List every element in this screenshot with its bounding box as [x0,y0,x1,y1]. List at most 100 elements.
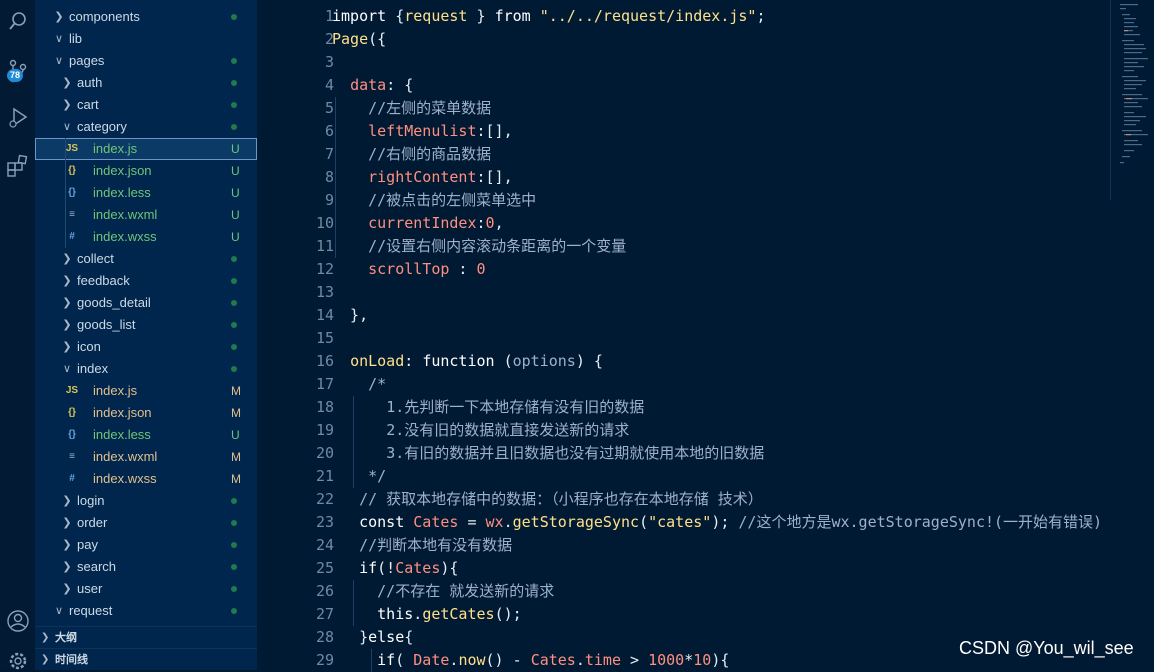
file-item[interactable]: ≡ index.wxml U [35,204,257,226]
folder-item[interactable]: ❯ goods_detail [35,292,257,314]
code-token: } [359,628,369,646]
code-line: rightContent:[], [332,166,513,189]
code-line: leftMenulist:[], [332,120,513,143]
folder-item[interactable]: ❯ feedback [35,270,257,292]
folder-item[interactable]: ❯ icon [35,336,257,358]
run-debug-icon[interactable] [0,102,35,132]
extensions-icon[interactable] [0,150,35,180]
code-token: Cates [413,513,459,531]
line-number: 12 [315,260,334,278]
folder-label: search [77,559,117,574]
settings-gear-icon[interactable] [0,648,35,670]
folder-item[interactable]: ❯ user [35,578,257,600]
code-token: //这个地方是wx.getStorageSync!(一开始有错误) [729,513,1103,531]
folder-item[interactable]: ❯ cart [35,94,257,116]
folder-item[interactable]: ∨ lib [35,28,257,50]
folder-item[interactable]: ❯ login [35,490,257,512]
folder-item[interactable]: ❯ collect [35,248,257,270]
outline-section-label: 大纲 [55,632,77,644]
line-number: 4 [324,76,334,94]
code-token: if [359,559,378,577]
code-line: data: { [332,74,413,97]
code-token: : [476,214,486,232]
code-token: { [404,628,414,646]
folder-item[interactable]: ∨ pages [35,50,257,72]
file-item[interactable]: JS index.js M [35,380,257,402]
folder-label: icon [77,339,101,354]
code-token: Cates [530,651,576,669]
file-label: index.js [93,141,138,156]
file-item[interactable]: # index.wxss U [35,226,257,248]
code-token: //右侧的商品数据 [368,145,492,163]
code-token: from [494,7,540,25]
code-token: "cates" [648,513,712,531]
chevron-right-icon: ❯ [62,561,72,573]
javascript-file-icon: JS [65,385,79,396]
code-line: if( Date.now() - Cates.time > 1000*10){ [332,649,729,672]
indent-guide [353,580,354,626]
folder-label: collect [77,251,114,266]
folder-item[interactable]: ❯ pay [35,534,257,556]
line-number: 16 [315,352,334,370]
line-number: 10 [315,214,334,232]
wxml-file-icon: ≡ [69,451,75,462]
chevron-right-icon: ❯ [41,632,50,643]
file-item[interactable]: ≡ index.wxml M [35,446,257,468]
folder-item[interactable]: ∨ category [35,116,257,138]
indent-guide [335,97,336,258]
code-editor[interactable]: 1 2 3 4 5 6 7 8 9 10 11 12 13 14 15 16 17 18 19 20 21 22 23 24 2… [257,0,1154,672]
code-token: :[], [476,122,513,140]
account-icon[interactable] [0,606,35,636]
file-label: index.wxml [93,449,158,464]
file-item[interactable]: {} index.less U [35,424,257,446]
minimap[interactable] [1110,0,1154,670]
folder-label: user [77,581,103,596]
code-token: ({ [368,30,387,48]
code-line: // 获取本地存储中的数据：（小程序也存在本地存储 技术） [332,488,763,511]
folder-label: pages [69,53,105,68]
folder-item[interactable]: ∨ request [35,600,257,622]
folder-item[interactable]: ❯ goods_list [35,314,257,336]
line-number: 7 [324,145,334,163]
chevron-right-icon: ❯ [62,319,72,331]
folder-item[interactable]: ❯ auth [35,72,257,94]
search-icon[interactable] [0,6,35,36]
code-token: request [404,7,468,25]
wxss-file-icon: # [69,231,75,242]
folder-item[interactable]: ❯ search [35,556,257,578]
line-number: 28 [315,628,334,646]
folder-item[interactable]: ❯ order [35,512,257,534]
outline-section[interactable]: ❯ 大纲 [35,626,257,649]
file-item[interactable]: JS index.js U [35,138,257,160]
line-number: 24 [315,536,334,554]
chevron-down-icon: ∨ [54,33,64,45]
folder-item[interactable]: ❯ components [35,6,257,28]
file-item[interactable]: {} index.json U [35,160,257,182]
file-item[interactable]: # index.wxss M [35,468,257,490]
line-number: 20 [315,444,334,462]
folder-label: components [69,9,140,24]
git-status-badge: U [231,164,240,178]
git-status-badge: U [231,230,240,244]
code-token: //不存在 就发送新的请求 [377,582,555,600]
code-token: ; [756,7,766,25]
folder-item[interactable]: ∨ index [35,358,257,380]
file-item[interactable]: {} index.less U [35,182,257,204]
code-token: 0 [476,260,486,278]
timeline-section[interactable]: ❯ 时间线 [35,648,257,670]
code-token: ( [395,651,414,669]
code-line: //右侧的商品数据 [332,143,491,166]
line-number: 14 [315,306,334,324]
code-token: :[], [476,168,513,186]
code-token: * [684,651,694,669]
file-item[interactable]: {} index.json M [35,402,257,424]
